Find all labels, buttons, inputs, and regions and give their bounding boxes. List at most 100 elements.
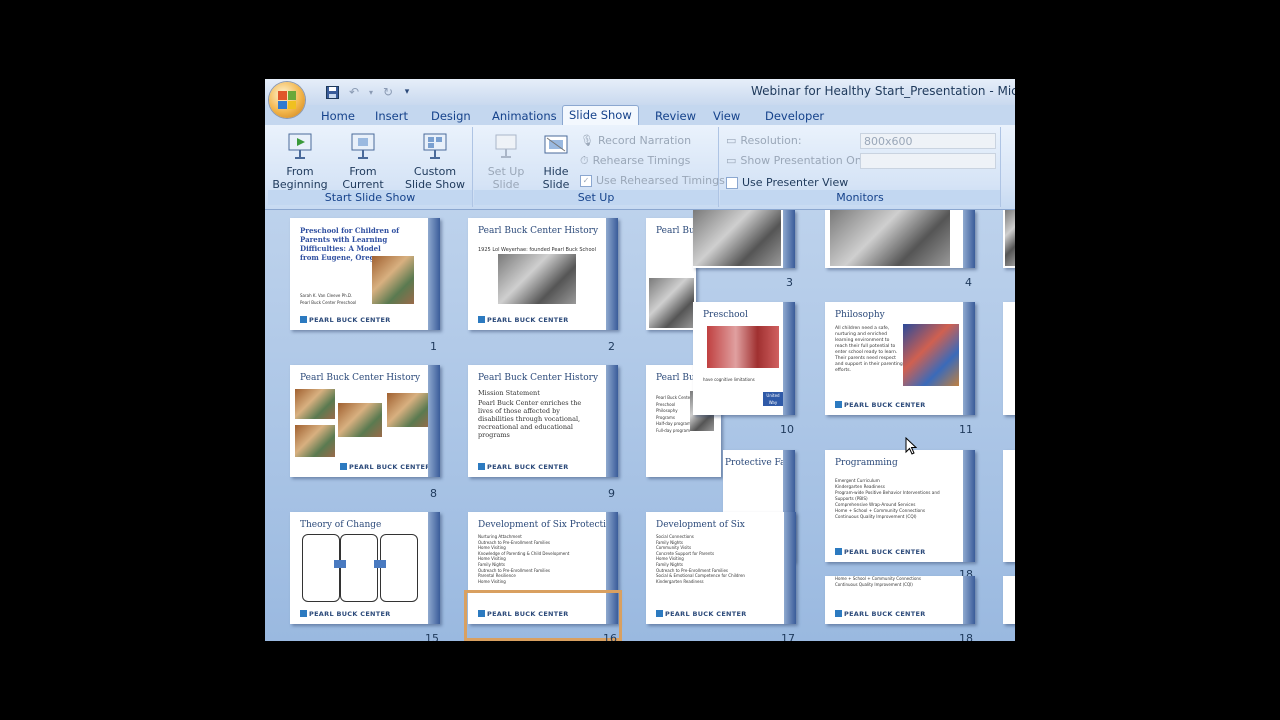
custom-show-icon — [420, 131, 450, 161]
slide-photo — [693, 210, 781, 266]
window-title: Webinar for Healthy Start_Presentation -… — [751, 84, 1015, 98]
slide-thumbnail-edge-1 — [1003, 210, 1015, 268]
slide-thumbnail-3b[interactable] — [693, 210, 795, 268]
slide-photo — [1005, 210, 1015, 266]
slide-number: 18 — [959, 632, 973, 641]
set-up-group-label: Set Up — [474, 190, 718, 205]
monitors-group-label: Monitors — [720, 190, 1000, 205]
clock-icon: ⏱ — [580, 154, 589, 167]
arrow-icon — [334, 560, 346, 568]
office-button[interactable] — [269, 82, 305, 118]
slide-thumbnail-18b[interactable]: Home + School + Community Connections Con… — [825, 576, 975, 624]
resolution-label: Resolution: — [740, 134, 802, 147]
tab-animations[interactable]: Animations — [492, 107, 557, 125]
pearl-buck-logo: PEARL BUCK CENTER — [835, 610, 926, 618]
slide-text: have cognitive limitations — [703, 377, 755, 382]
diagram-box — [380, 534, 418, 602]
ribbon-tabs: Home Insert Design Animations Slide Show… — [265, 105, 1015, 126]
tab-home[interactable]: Home — [321, 107, 355, 125]
slide-side-bar — [784, 512, 796, 624]
tab-design[interactable]: Design — [431, 107, 471, 125]
record-narration-label: Record Narration — [597, 134, 692, 147]
tab-insert[interactable]: Insert — [375, 107, 408, 125]
checkbox-icon: ✓ — [580, 175, 592, 187]
customize-qat-icon[interactable]: ▾ — [401, 83, 413, 101]
use-rehearsed-timings-checkbox[interactable]: ✓ Use Rehearsed Timings — [580, 173, 725, 189]
selection-frame — [464, 590, 622, 641]
slide-thumbnail-10[interactable]: Preschool have cognitive limitations Uni… — [693, 302, 795, 415]
slide-thumbnail-8[interactable]: Pearl Buck Center History PEARL BUCK CEN… — [290, 365, 440, 477]
slide-photo — [498, 254, 576, 304]
slide-photo — [338, 403, 382, 437]
slide-thumbnail-17[interactable]: Development of Six Social Connections Fam… — [646, 512, 796, 624]
slide-thumbnail-9[interactable]: Pearl Buck Center History Mission Statem… — [468, 365, 618, 477]
slide-thumbnail-2[interactable]: Pearl Buck Center History 1925 Lol Weyer… — [468, 218, 618, 330]
slide-thumbnail-3[interactable]: Pearl Bu — [646, 218, 696, 330]
arrow-icon — [374, 560, 386, 568]
slide-side-bar — [963, 210, 975, 268]
start-slide-show-group: From Beginning From Current Slide Custom… — [268, 127, 473, 207]
resolution-dropdown[interactable]: 800x600 — [860, 133, 996, 149]
pearl-buck-logo: PEARL BUCK CENTER — [835, 401, 926, 409]
tab-slide-show[interactable]: Slide Show — [562, 105, 639, 126]
tab-developer[interactable]: Developer — [765, 107, 824, 125]
slide-number: 8 — [430, 487, 437, 500]
slide-side-bar — [428, 512, 440, 624]
monitors-group: ▭ Resolution: 800x600 ▭ Show Presentation … — [720, 127, 1001, 207]
slide-side-bar — [428, 218, 440, 330]
slide-photo — [295, 389, 335, 419]
slide-thumbnail-edge-3 — [1003, 450, 1015, 562]
office-logo-icon — [278, 91, 296, 109]
show-on-dropdown[interactable] — [860, 153, 996, 169]
slide-title: Development of Six Protective Factor — [478, 520, 618, 530]
diagram-box — [340, 534, 378, 602]
resolution-row: ▭ Resolution: — [726, 133, 802, 149]
slide-number: 3 — [786, 276, 793, 289]
slide-thumbnail-15[interactable]: Theory of Change PEARL BUCK CENTER — [290, 512, 440, 624]
slide-photo — [387, 393, 431, 427]
from-beginning-button[interactable]: From Beginning — [272, 131, 328, 191]
tab-view[interactable]: View — [713, 107, 740, 125]
slide-number: 16 — [603, 632, 617, 641]
slide-photo — [707, 326, 779, 368]
record-narration-button[interactable]: 🎙 Record Narration — [580, 133, 691, 149]
pearl-buck-logo: PEARL BUCK CENTER — [300, 610, 391, 618]
slide-side-bar — [963, 450, 975, 562]
slide-number: 17 — [781, 632, 795, 641]
start-slide-show-group-label: Start Slide Show — [268, 190, 472, 205]
tab-review[interactable]: Review — [655, 107, 696, 125]
use-presenter-view-checkbox[interactable]: Use Presenter View — [726, 175, 848, 191]
display-icon: ▭ — [726, 154, 737, 167]
save-icon[interactable] — [323, 83, 341, 101]
undo-icon[interactable]: ↶ — [345, 83, 363, 101]
presenter-view-label: Use Presenter View — [742, 176, 849, 189]
slide-bullets: Social Connections Family Nights Community… — [656, 534, 745, 584]
slide-text: All children need a safe, nurturing and … — [835, 326, 903, 373]
slide-bullets: Nurturing Attachment Outreach to Pre-Enro… — [478, 534, 570, 584]
rehearse-timings-label: Rehearse Timings — [592, 154, 691, 167]
use-rehearsed-label: Use Rehearsed Timings — [596, 174, 725, 187]
redo-icon[interactable]: ↻ — [379, 83, 397, 101]
custom-show-label: Custom Slide Show — [404, 165, 466, 191]
slide-thumbnail-18[interactable]: Programming Emergent Curriculum Kindergar… — [825, 450, 975, 562]
setup-show-icon — [491, 131, 521, 161]
slide-title: Theory of Change — [300, 520, 382, 530]
projector-play-icon — [285, 131, 315, 161]
resolution-value: 800x600 — [864, 135, 913, 148]
slide-photo — [903, 324, 959, 386]
slide-thumbnail-1[interactable]: Preschool for Children of Parents with L… — [290, 218, 440, 330]
slide-thumbnail-11[interactable]: Philosophy All children need a safe, nur… — [825, 302, 975, 415]
hide-slide-button[interactable]: Hide Slide — [536, 131, 576, 191]
slide-thumbnail-4[interactable] — [825, 210, 975, 268]
slide-number: 4 — [965, 276, 972, 289]
rehearse-timings-button[interactable]: ⏱ Rehearse Timings — [580, 153, 690, 169]
hide-slide-icon — [541, 131, 571, 161]
slide-number: 2 — [608, 340, 615, 353]
slide-bullets: Pearl Buck Center Preschool Philosophy Prog… — [656, 395, 692, 433]
dropdown-arrow-icon[interactable]: ▾ — [367, 83, 375, 101]
slide-title: Preschool — [703, 310, 748, 320]
slide-title: Development of Six — [656, 520, 745, 530]
slide-side-bar — [963, 576, 975, 624]
slide-photo — [295, 425, 335, 457]
pearl-buck-logo: PEARL BUCK CENTER — [478, 316, 569, 324]
